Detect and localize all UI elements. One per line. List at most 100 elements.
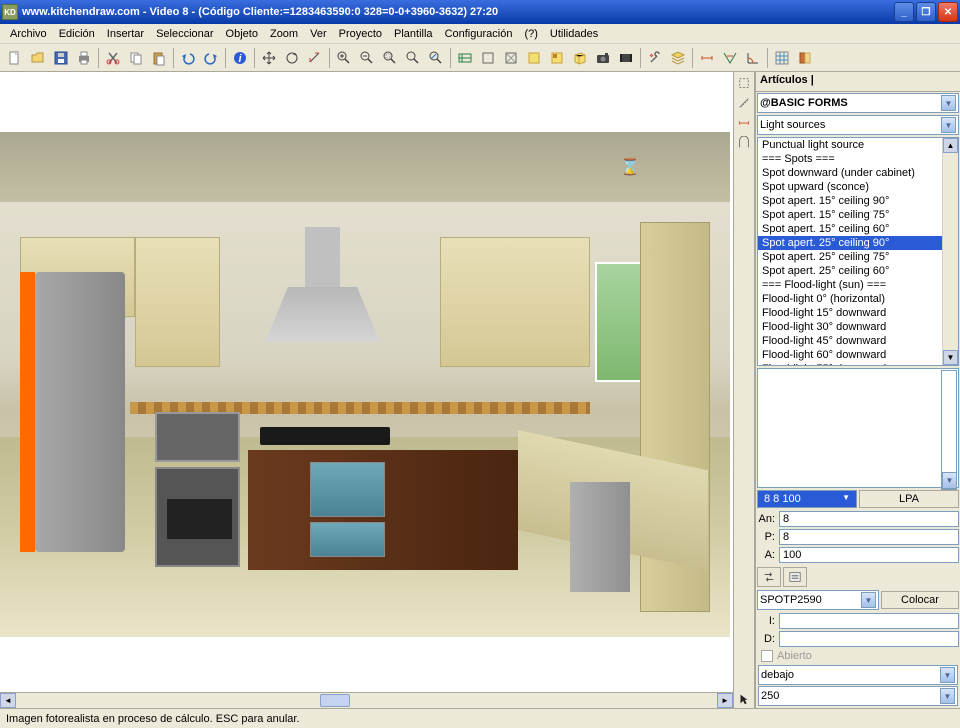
- list-item[interactable]: Flood-light 0° (horizontal): [758, 292, 958, 306]
- chevron-down-icon[interactable]: ▼: [941, 117, 956, 133]
- camera-icon[interactable]: [592, 47, 614, 69]
- open-file-icon[interactable]: [27, 47, 49, 69]
- print-icon[interactable]: [73, 47, 95, 69]
- layers-icon[interactable]: [667, 47, 689, 69]
- undo-icon[interactable]: [177, 47, 199, 69]
- movie-icon[interactable]: [615, 47, 637, 69]
- dim-v-icon[interactable]: [719, 47, 741, 69]
- menu-objeto[interactable]: Objeto: [220, 26, 264, 42]
- redo-icon[interactable]: [200, 47, 222, 69]
- minimize-button[interactable]: _: [894, 2, 914, 22]
- vt-select-icon[interactable]: [735, 74, 753, 92]
- view-real-icon[interactable]: [546, 47, 568, 69]
- view-elevation-icon[interactable]: [477, 47, 499, 69]
- zoom-window-icon[interactable]: [379, 47, 401, 69]
- list-item[interactable]: Spot downward (under cabinet): [758, 166, 958, 180]
- copy-icon[interactable]: [125, 47, 147, 69]
- zoom-fit-icon[interactable]: [402, 47, 424, 69]
- zoom-out-icon[interactable]: [356, 47, 378, 69]
- cut-icon[interactable]: [102, 47, 124, 69]
- zoom-in-icon[interactable]: [333, 47, 355, 69]
- reference-combo[interactable]: SPOTP2590 ▼: [757, 590, 879, 610]
- zoom-previous-icon[interactable]: [425, 47, 447, 69]
- list-item[interactable]: Flood-light 30° downward: [758, 320, 958, 334]
- chevron-down-icon[interactable]: ▼: [940, 688, 955, 704]
- list-item[interactable]: Spot apert. 25° ceiling 90°: [758, 236, 958, 250]
- info-icon[interactable]: i: [229, 47, 251, 69]
- close-button[interactable]: ✕: [938, 2, 958, 22]
- list-item[interactable]: === Spots ===: [758, 152, 958, 166]
- menu-ver[interactable]: Ver: [304, 26, 333, 42]
- list-item[interactable]: Spot apert. 15° ceiling 75°: [758, 208, 958, 222]
- view-plan-icon[interactable]: [454, 47, 476, 69]
- dim-h-icon[interactable]: [696, 47, 718, 69]
- menu-configuracion[interactable]: Configuración: [439, 26, 519, 42]
- scroll-up-icon[interactable]: ▲: [943, 138, 958, 153]
- place-button[interactable]: Colocar: [881, 591, 959, 609]
- scroll-thumb[interactable]: [320, 694, 350, 707]
- list-item[interactable]: Spot apert. 15° ceiling 60°: [758, 222, 958, 236]
- measure-icon[interactable]: [304, 47, 326, 69]
- vt-ruler-icon[interactable]: [735, 94, 753, 112]
- list-item[interactable]: Spot apert. 25° ceiling 60°: [758, 264, 958, 278]
- height-input[interactable]: [779, 547, 959, 563]
- maximize-button[interactable]: ❐: [916, 2, 936, 22]
- menu-archivo[interactable]: Archivo: [4, 26, 53, 42]
- view-wire-icon[interactable]: [500, 47, 522, 69]
- list-item[interactable]: Spot apert. 15° ceiling 90°: [758, 194, 958, 208]
- scroll-left-icon[interactable]: ◄: [0, 693, 16, 708]
- articles-list[interactable]: Punctual light source=== Spots ===Spot d…: [757, 137, 959, 366]
- scroll-right-icon[interactable]: ►: [717, 693, 733, 708]
- menu-utilidades[interactable]: Utilidades: [544, 26, 604, 42]
- altitude-combo[interactable]: 250 ▼: [758, 686, 958, 706]
- rotate-icon[interactable]: [281, 47, 303, 69]
- menu-proyecto[interactable]: Proyecto: [333, 26, 388, 42]
- menu-seleccionar[interactable]: Seleccionar: [150, 26, 219, 42]
- menu-insertar[interactable]: Insertar: [101, 26, 150, 42]
- tools-icon[interactable]: [644, 47, 666, 69]
- catalog-icon[interactable]: [794, 47, 816, 69]
- chevron-down-icon[interactable]: ▼: [942, 472, 957, 489]
- list-item[interactable]: === Flood-light (sun) ===: [758, 278, 958, 292]
- view-color-icon[interactable]: [523, 47, 545, 69]
- width-input[interactable]: [779, 511, 959, 527]
- chevron-down-icon[interactable]: ▼: [940, 667, 955, 683]
- grid-icon[interactable]: [771, 47, 793, 69]
- position-combo[interactable]: debajo ▼: [758, 665, 958, 685]
- list-item[interactable]: Flood-light 45° downward: [758, 334, 958, 348]
- depth-input[interactable]: [779, 529, 959, 545]
- scroll-down-icon[interactable]: ▼: [943, 350, 958, 365]
- list-item[interactable]: Spot apert. 25° ceiling 75°: [758, 250, 958, 264]
- list-item[interactable]: Flood-light 60° downward: [758, 348, 958, 362]
- list-item[interactable]: Flood-light 15° downward: [758, 306, 958, 320]
- view-persp-icon[interactable]: [569, 47, 591, 69]
- menu-help[interactable]: (?): [518, 26, 543, 42]
- category-combo[interactable]: Light sources ▼: [757, 115, 959, 135]
- paste-icon[interactable]: [148, 47, 170, 69]
- dimensions-badge[interactable]: 8 8 100 ▼: [757, 490, 857, 508]
- save-icon[interactable]: [50, 47, 72, 69]
- i-input[interactable]: [779, 613, 959, 629]
- vt-pointer-icon[interactable]: [735, 690, 753, 708]
- chevron-down-icon[interactable]: ▼: [861, 592, 876, 608]
- list-item[interactable]: Flood-light 75° downward: [758, 362, 958, 366]
- swap-icon[interactable]: [757, 567, 781, 587]
- list-item[interactable]: Spot upward (sconce): [758, 180, 958, 194]
- lpa-button[interactable]: LPA: [859, 490, 959, 508]
- menu-zoom[interactable]: Zoom: [264, 26, 304, 42]
- chevron-down-icon[interactable]: ▼: [941, 95, 956, 111]
- catalog-combo[interactable]: @BASIC FORMS ▼: [757, 93, 959, 113]
- list-item[interactable]: Punctual light source: [758, 138, 958, 152]
- dim-angle-icon[interactable]: [742, 47, 764, 69]
- vt-opening-icon[interactable]: [735, 134, 753, 152]
- menu-plantilla[interactable]: Plantilla: [388, 26, 439, 42]
- vt-wall-icon[interactable]: [735, 114, 753, 132]
- move-icon[interactable]: [258, 47, 280, 69]
- viewport-3d[interactable]: ⌛: [0, 72, 733, 692]
- new-file-icon[interactable]: [4, 47, 26, 69]
- horizontal-scrollbar[interactable]: ◄ ►: [0, 692, 733, 708]
- d-input[interactable]: [779, 631, 959, 647]
- open-checkbox[interactable]: [761, 650, 773, 662]
- menu-edicion[interactable]: Edición: [53, 26, 101, 42]
- list-icon[interactable]: [783, 567, 807, 587]
